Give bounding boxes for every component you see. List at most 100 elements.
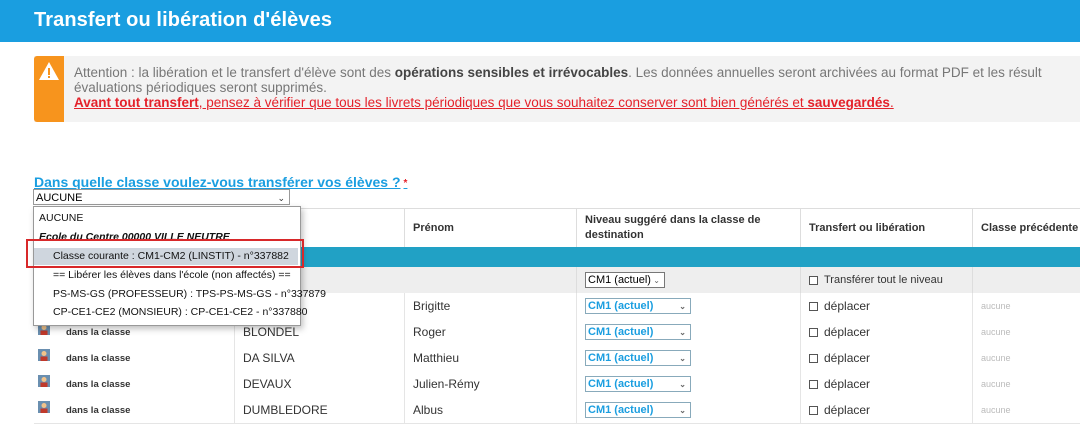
alert-warning-bold: Avant tout transfert <box>74 95 199 110</box>
action-cell: déplacer <box>800 293 972 319</box>
level-cell: CM1 (actuel) ⌄ <box>576 319 800 345</box>
move-checkbox[interactable] <box>809 379 818 389</box>
student-level-value: CM1 (actuel) <box>588 404 654 416</box>
chevron-down-icon: ⌄ <box>679 302 686 311</box>
student-level-value: CM1 (actuel) <box>588 378 654 390</box>
student-avatar-icon <box>38 349 50 361</box>
dropdown-option[interactable]: == Libérer les élèves dans l'école (non … <box>34 267 298 284</box>
level-cell: CM1 (actuel) ⌄ <box>576 293 800 319</box>
move-checkbox[interactable] <box>809 405 818 415</box>
chevron-down-icon: ⌄ <box>277 193 285 203</box>
previous-class-cell: aucune <box>972 397 1080 423</box>
question-text: Dans quelle classe voulez-vous transfére… <box>34 174 401 190</box>
dropdown-option[interactable]: PS-MS-GS (PROFESSEUR) : TPS-PS-MS-GS - n… <box>34 286 326 303</box>
warning-alert: Attention : la libération et le transfer… <box>34 56 1080 122</box>
move-checkbox[interactable] <box>809 327 818 337</box>
student-status: dans la classe <box>66 352 131 364</box>
student-avatar-icon <box>38 375 50 387</box>
page-header: Transfert ou libération d'élèves <box>0 0 1080 42</box>
page-title: Transfert ou libération d'élèves <box>34 9 333 31</box>
student-firstname: Albus <box>404 397 576 423</box>
level-filter-cell: CM1 (actuel) ⌄ <box>576 267 800 293</box>
level-filter-value: CM1 (actuel) <box>588 274 651 286</box>
status-cell: dans la classe <box>34 397 234 423</box>
student-level-value: CM1 (actuel) <box>588 326 654 338</box>
student-firstname: Brigitte <box>404 293 576 319</box>
filter-empty-cell <box>972 267 1080 293</box>
student-level-select[interactable]: CM1 (actuel) ⌄ <box>585 324 691 340</box>
transfer-all-cell: Transférer tout le niveau <box>800 267 972 293</box>
student-lastname: DA SILVA <box>234 345 404 371</box>
student-lastname: DEVAUX <box>234 371 404 397</box>
alert-warning-bold-2: sauvegardés <box>807 95 890 110</box>
move-label: déplacer <box>824 325 871 339</box>
action-cell: déplacer <box>800 319 972 345</box>
move-label: déplacer <box>824 377 871 391</box>
move-checkbox[interactable] <box>809 301 818 311</box>
transfer-all-checkbox[interactable] <box>809 275 818 285</box>
alert-warning-line: Avant tout transfert, pensez à vérifier … <box>74 95 1080 110</box>
destination-class-select[interactable]: AUCUNE ⌄ <box>33 189 290 205</box>
selected-option-highlight <box>26 239 304 268</box>
alert-message: Attention : la libération et le transfer… <box>74 65 1080 110</box>
move-checkbox[interactable] <box>809 353 818 363</box>
student-firstname: Julien-Rémy <box>404 371 576 397</box>
alert-text-bold: opérations sensibles et irrévocables <box>394 65 629 80</box>
student-level-select[interactable]: CM1 (actuel) ⌄ <box>585 350 691 366</box>
level-cell: CM1 (actuel) ⌄ <box>576 397 800 423</box>
student-level-select[interactable]: CM1 (actuel) ⌄ <box>585 402 691 418</box>
alert-accent-bar <box>34 56 64 122</box>
select-value: AUCUNE <box>36 192 83 204</box>
student-level-value: CM1 (actuel) <box>588 352 654 364</box>
status-cell: dans la classe <box>34 345 234 371</box>
alert-text-2: . Les données annuelles seront archivées… <box>628 65 1042 80</box>
move-label: déplacer <box>824 351 871 365</box>
dropdown-option[interactable]: CP-CE1-CE2 (MONSIEUR) : CP-CE1-CE2 - n°3… <box>34 304 308 321</box>
action-cell: déplacer <box>800 397 972 423</box>
th-niveau: Niveau suggéré dans la classe de destina… <box>576 209 800 247</box>
student-level-value: CM1 (actuel) <box>588 300 654 312</box>
action-cell: déplacer <box>800 371 972 397</box>
th-transfert: Transfert ou libération <box>800 209 972 247</box>
previous-class-cell: aucune <box>972 319 1080 345</box>
level-filter-select[interactable]: CM1 (actuel) ⌄ <box>585 272 665 288</box>
warning-icon <box>39 62 59 80</box>
destination-class-label: Dans quelle classe voulez-vous transfére… <box>34 174 407 190</box>
student-status: dans la classe <box>66 404 131 416</box>
chevron-down-icon: ⌄ <box>679 380 686 389</box>
table-row: dans la classe DA SILVA Matthieu CM1 (ac… <box>34 345 1080 372</box>
action-cell: déplacer <box>800 345 972 371</box>
th-classe-precedente: Classe précédente <box>972 209 1080 247</box>
student-level-select[interactable]: CM1 (actuel) ⌄ <box>585 376 691 392</box>
alert-text-3: évaluations périodiques seront supprimés… <box>74 80 327 95</box>
previous-class-cell: aucune <box>972 371 1080 397</box>
table-row: dans la classe DUMBLEDORE Albus CM1 (act… <box>34 397 1080 424</box>
chevron-down-icon: ⌄ <box>679 328 686 337</box>
chevron-down-icon: ⌄ <box>679 406 686 415</box>
student-status: dans la classe <box>66 326 131 338</box>
previous-class-value: aucune <box>981 301 1011 311</box>
dropdown-option[interactable]: AUCUNE <box>34 210 298 227</box>
previous-class-cell: aucune <box>972 293 1080 319</box>
alert-warning-end: . <box>889 95 894 110</box>
alert-text-1: Attention : la libération et le transfer… <box>74 65 395 80</box>
table-row: dans la classe DEVAUX Julien-Rémy CM1 (a… <box>34 371 1080 398</box>
previous-class-cell: aucune <box>972 345 1080 371</box>
student-firstname: Matthieu <box>404 345 576 371</box>
th-prenom: Prénom <box>404 209 576 247</box>
student-avatar-icon <box>38 401 50 413</box>
student-status: dans la classe <box>66 378 131 390</box>
level-cell: CM1 (actuel) ⌄ <box>576 345 800 371</box>
alert-warning-text: , pensez à vérifier que tous les livrets… <box>198 95 808 110</box>
chevron-down-icon: ⌄ <box>653 276 660 285</box>
student-level-select[interactable]: CM1 (actuel) ⌄ <box>585 298 691 314</box>
status-cell: dans la classe <box>34 371 234 397</box>
student-lastname: DUMBLEDORE <box>234 397 404 423</box>
previous-class-value: aucune <box>981 379 1011 389</box>
transfer-all-label: Transférer tout le niveau <box>824 274 943 286</box>
level-cell: CM1 (actuel) ⌄ <box>576 371 800 397</box>
move-label: déplacer <box>824 299 871 313</box>
chevron-down-icon: ⌄ <box>679 354 686 363</box>
previous-class-value: aucune <box>981 353 1011 363</box>
required-marker: * <box>403 178 408 189</box>
